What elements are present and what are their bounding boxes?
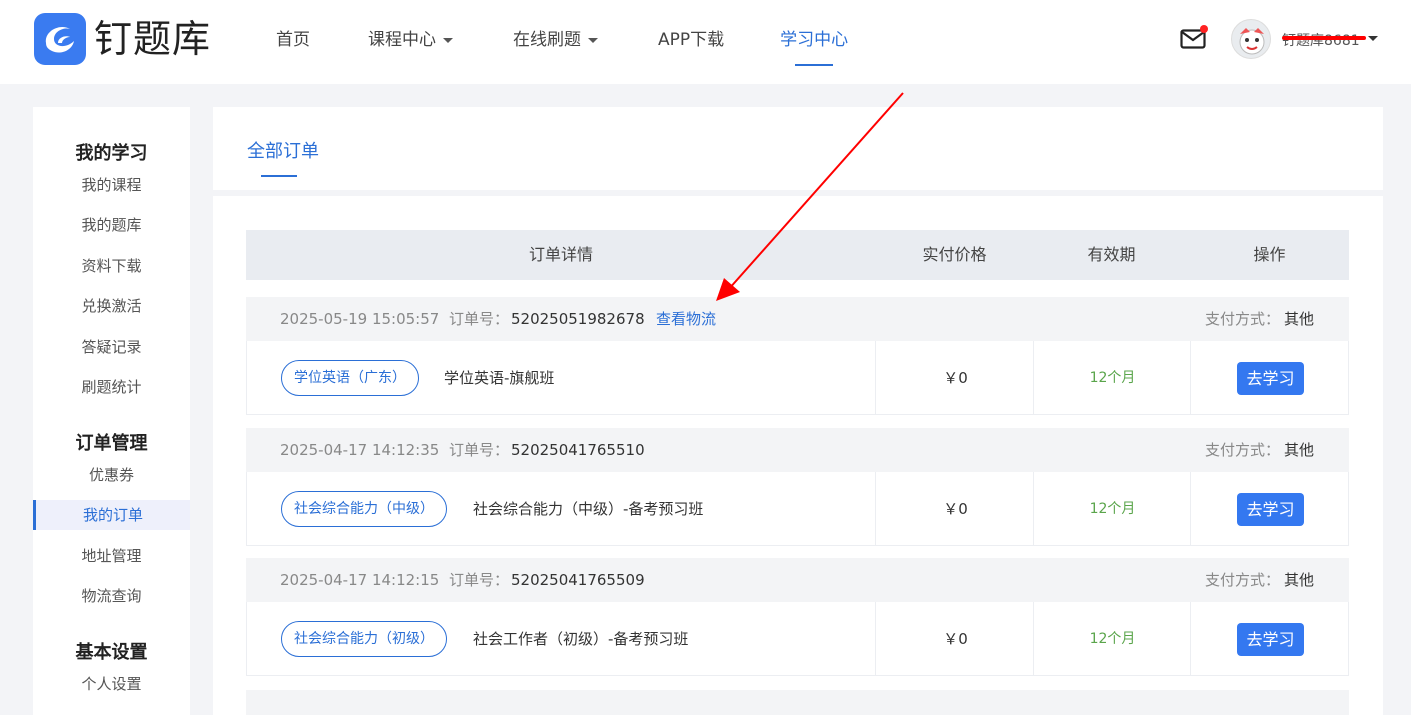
divider	[1190, 602, 1191, 675]
tab-indicator	[261, 175, 297, 177]
course-tag: 社会综合能力（中级）	[281, 491, 447, 527]
order-row-partial	[246, 690, 1349, 715]
order-header: 2025-05-19 15:05:57 订单号： 52025051982678 …	[246, 297, 1349, 341]
sidebar-heading-settings: 基本设置	[75, 642, 148, 663]
col-order-details: 订单详情	[528, 245, 593, 264]
nav-learning-center[interactable]: 学习中心	[780, 0, 848, 80]
sidebar: 我的学习 我的课程 我的题库 资料下载 兑换激活 答疑记录 刷题统计 订单管理 …	[33, 107, 190, 715]
sidebar-heading-orders: 订单管理	[75, 433, 148, 454]
order-validity: 12个月	[1089, 631, 1136, 647]
order-body: 社会综合能力（中级） 社会综合能力（中级）-备考预习班 ￥0 12个月 去学习	[246, 472, 1349, 546]
go-study-button[interactable]: 去学习	[1237, 362, 1304, 395]
course-tag: 学位英语（广东）	[281, 360, 419, 396]
chevron-down-icon	[588, 37, 598, 43]
order-header: 2025-04-17 14:12:15 订单号： 52025041765509 …	[246, 558, 1349, 602]
go-study-button[interactable]: 去学习	[1237, 623, 1304, 656]
sidebar-item-my-question-bank[interactable]: 我的题库	[33, 210, 190, 240]
nav-courses[interactable]: 课程中心	[368, 0, 453, 80]
sidebar-item-logistics[interactable]: 物流查询	[33, 581, 190, 611]
payment-method-label: 支付方式：	[1205, 441, 1281, 459]
order-number: 52025041765509	[511, 571, 645, 589]
payment-method-label: 支付方式：	[1205, 571, 1281, 589]
sidebar-heading-my-learning: 我的学习	[75, 143, 148, 164]
order-body: 社会综合能力（初级） 社会工作者（初级）-备考预习班 ￥0 12个月 去学习	[246, 602, 1349, 676]
sidebar-item-my-courses[interactable]: 我的课程	[33, 170, 190, 200]
divider	[875, 341, 876, 414]
logo-icon	[34, 13, 86, 65]
order-validity: 12个月	[1089, 370, 1136, 386]
order-number: 52025041765510	[511, 441, 645, 459]
unread-badge	[1200, 25, 1208, 33]
nav-app-download[interactable]: APP下载	[658, 0, 724, 80]
site-logo[interactable]: 钉题库	[34, 13, 211, 65]
order-row: 2025-04-17 14:12:15 订单号： 52025041765509 …	[246, 558, 1349, 676]
avatar-icon[interactable]	[1231, 19, 1271, 59]
sidebar-item-my-orders[interactable]: 我的订单	[33, 500, 190, 530]
nav-practice[interactable]: 在线刷题	[513, 0, 598, 80]
sidebar-item-downloads[interactable]: 资料下载	[33, 251, 190, 281]
top-header: 钉题库 首页 课程中心 在线刷题 APP下载 学习中心 钉题库8681	[0, 0, 1411, 84]
divider	[875, 602, 876, 675]
sidebar-item-redeem[interactable]: 兑换激活	[33, 291, 190, 321]
payment-method: 其他	[1284, 571, 1315, 589]
order-number-label: 订单号：	[449, 310, 510, 328]
divider	[1190, 341, 1191, 414]
username[interactable]: 钉题库8681	[1282, 30, 1360, 50]
main-nav: 首页 课程中心 在线刷题 APP下载 学习中心	[276, 0, 848, 80]
order-time: 2025-05-19 15:05:57	[280, 310, 440, 328]
order-validity: 12个月	[1089, 501, 1136, 517]
view-logistics-link[interactable]: 查看物流	[656, 297, 716, 341]
sidebar-item-qa-records[interactable]: 答疑记录	[33, 332, 190, 362]
order-number-label: 订单号：	[449, 571, 510, 589]
redaction-mark	[1282, 36, 1366, 40]
logo-text: 钉题库	[94, 17, 212, 61]
order-number: 52025051982678	[511, 310, 645, 328]
col-validity: 有效期	[1087, 245, 1136, 264]
payment-method: 其他	[1284, 441, 1315, 459]
chevron-down-icon	[443, 37, 453, 43]
order-number-label: 订单号：	[449, 441, 510, 459]
order-price: ￥0	[943, 369, 968, 387]
divider	[875, 472, 876, 545]
go-study-button[interactable]: 去学习	[1237, 493, 1304, 526]
chevron-down-icon[interactable]	[1368, 36, 1378, 41]
col-price: 实付价格	[922, 245, 987, 264]
order-row: 2025-04-17 14:12:35 订单号： 52025041765510 …	[246, 428, 1349, 546]
sidebar-item-coupons[interactable]: 优惠券	[33, 460, 190, 490]
divider	[1190, 472, 1191, 545]
sidebar-item-personal-settings[interactable]: 个人设置	[33, 669, 190, 699]
order-price: ￥0	[943, 630, 968, 648]
orders-table-header: 订单详情 实付价格 有效期 操作	[246, 230, 1349, 280]
order-header: 2025-04-17 14:12:35 订单号： 52025041765510 …	[246, 428, 1349, 472]
course-tag: 社会综合能力（初级）	[281, 621, 447, 657]
order-body: 学位英语（广东） 学位英语-旗舰班 ￥0 12个月 去学习	[246, 341, 1349, 415]
order-time: 2025-04-17 14:12:35	[280, 441, 440, 459]
payment-method-label: 支付方式：	[1205, 310, 1281, 328]
nav-home[interactable]: 首页	[276, 0, 310, 80]
order-tabs: 全部订单	[213, 107, 1383, 190]
tab-all-orders[interactable]: 全部订单	[247, 137, 319, 163]
payment-method: 其他	[1284, 310, 1315, 328]
course-name: 社会工作者（初级）-备考预习班	[473, 630, 689, 648]
col-actions: 操作	[1253, 245, 1286, 264]
order-row: 2025-05-19 15:05:57 订单号： 52025051982678 …	[246, 297, 1349, 415]
course-name: 社会综合能力（中级）-备考预习班	[473, 500, 704, 518]
order-price: ￥0	[943, 500, 968, 518]
sidebar-item-practice-stats[interactable]: 刷题统计	[33, 372, 190, 402]
sidebar-item-addresses[interactable]: 地址管理	[33, 541, 190, 571]
course-name: 学位英语-旗舰班	[444, 369, 555, 387]
order-time: 2025-04-17 14:12:15	[280, 571, 440, 589]
